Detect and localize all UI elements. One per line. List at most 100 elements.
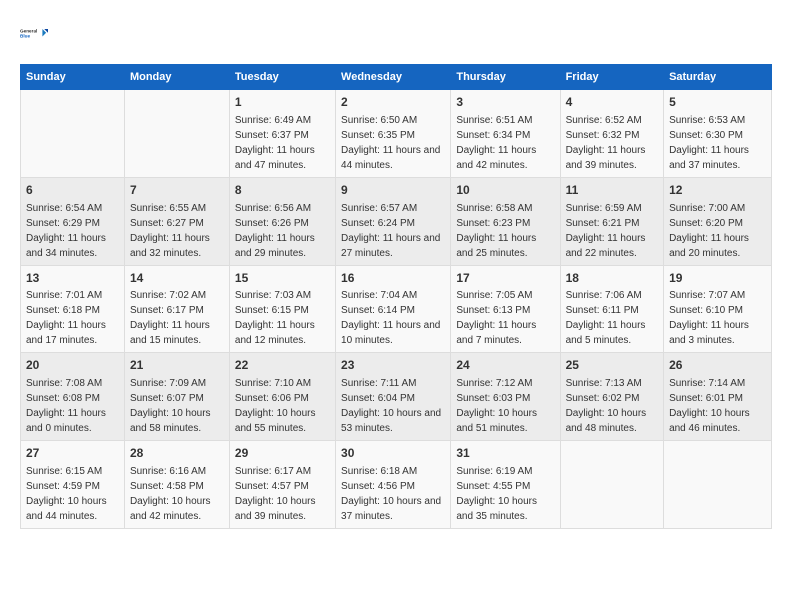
calendar-cell: 15 Sunrise: 7:03 AM Sunset: 6:15 PM Dayli…: [229, 265, 335, 353]
calendar-cell: 20 Sunrise: 7:08 AM Sunset: 6:08 PM Dayli…: [21, 353, 125, 441]
calendar-week-row: 1Sunrise: 6:49 AM Sunset: 6:37 PM Daylig…: [21, 90, 772, 178]
day-number: 19: [669, 270, 766, 287]
calendar-cell: 6 Sunrise: 6:54 AM Sunset: 6:29 PM Daylig…: [21, 177, 125, 265]
calendar-cell: 3 Sunrise: 6:51 AM Sunset: 6:34 PM Daylig…: [451, 90, 560, 178]
calendar-cell: 10 Sunrise: 6:58 AM Sunset: 6:23 PM Dayli…: [451, 177, 560, 265]
calendar-week-row: 27 Sunrise: 6:15 AM Sunset: 4:59 PM Dayli…: [21, 441, 772, 529]
day-number: 17: [456, 270, 554, 287]
day-info: Sunrise: 6:19 AM Sunset: 4:55 PM Dayligh…: [456, 466, 537, 522]
day-number: 20: [26, 357, 119, 374]
calendar-week-row: 6 Sunrise: 6:54 AM Sunset: 6:29 PM Daylig…: [21, 177, 772, 265]
day-number: 18: [566, 270, 659, 287]
calendar-week-row: 20 Sunrise: 7:08 AM Sunset: 6:08 PM Dayli…: [21, 353, 772, 441]
day-info: Sunrise: 7:07 AM Sunset: 6:10 PM Dayligh…: [669, 290, 749, 346]
weekday-header: Monday: [124, 65, 229, 90]
calendar-cell: 24 Sunrise: 7:12 AM Sunset: 6:03 PM Dayli…: [451, 353, 560, 441]
calendar-cell: 26 Sunrise: 7:14 AM Sunset: 6:01 PM Dayli…: [664, 353, 772, 441]
day-number: 11: [566, 182, 659, 199]
day-info: Sunrise: 6:15 AM Sunset: 4:59 PM Dayligh…: [26, 466, 107, 522]
day-number: 24: [456, 357, 554, 374]
weekday-header: Wednesday: [336, 65, 451, 90]
day-info: Sunrise: 6:56 AM Sunset: 6:26 PM Dayligh…: [235, 203, 315, 259]
page-header: GeneralBlue: [20, 20, 772, 48]
day-info: Sunrise: 6:57 AM Sunset: 6:24 PM Dayligh…: [341, 203, 440, 259]
calendar-cell: [560, 441, 664, 529]
day-number: 26: [669, 357, 766, 374]
day-info: Sunrise: 6:17 AM Sunset: 4:57 PM Dayligh…: [235, 466, 316, 522]
calendar-cell: 19 Sunrise: 7:07 AM Sunset: 6:10 PM Dayli…: [664, 265, 772, 353]
calendar-cell: 13 Sunrise: 7:01 AM Sunset: 6:18 PM Dayli…: [21, 265, 125, 353]
day-info: Sunrise: 6:59 AM Sunset: 6:21 PM Dayligh…: [566, 203, 646, 259]
calendar-cell: 16 Sunrise: 7:04 AM Sunset: 6:14 PM Dayli…: [336, 265, 451, 353]
day-info: Sunrise: 7:06 AM Sunset: 6:11 PM Dayligh…: [566, 290, 646, 346]
day-info: Sunrise: 7:11 AM Sunset: 6:04 PM Dayligh…: [341, 378, 441, 434]
day-number: 7: [130, 182, 224, 199]
day-number: 9: [341, 182, 445, 199]
calendar-cell: 30Sunrise: 6:18 AM Sunset: 4:56 PM Dayli…: [336, 441, 451, 529]
weekday-header: Friday: [560, 65, 664, 90]
calendar-cell: 1Sunrise: 6:49 AM Sunset: 6:37 PM Daylig…: [229, 90, 335, 178]
day-info: Sunrise: 6:18 AM Sunset: 4:56 PM Dayligh…: [341, 466, 441, 522]
weekday-header-row: SundayMondayTuesdayWednesdayThursdayFrid…: [21, 65, 772, 90]
weekday-header: Tuesday: [229, 65, 335, 90]
day-number: 2: [341, 94, 445, 111]
day-info: Sunrise: 6:51 AM Sunset: 6:34 PM Dayligh…: [456, 115, 536, 171]
logo: GeneralBlue: [20, 20, 48, 48]
day-number: 27: [26, 445, 119, 462]
calendar-cell: 18 Sunrise: 7:06 AM Sunset: 6:11 PM Dayli…: [560, 265, 664, 353]
day-info: Sunrise: 7:12 AM Sunset: 6:03 PM Dayligh…: [456, 378, 537, 434]
weekday-header: Saturday: [664, 65, 772, 90]
day-number: 16: [341, 270, 445, 287]
day-number: 12: [669, 182, 766, 199]
day-number: 6: [26, 182, 119, 199]
day-number: 25: [566, 357, 659, 374]
calendar-cell: [664, 441, 772, 529]
day-info: Sunrise: 7:04 AM Sunset: 6:14 PM Dayligh…: [341, 290, 440, 346]
calendar-cell: [21, 90, 125, 178]
day-info: Sunrise: 6:53 AM Sunset: 6:30 PM Dayligh…: [669, 115, 749, 171]
day-info: Sunrise: 7:14 AM Sunset: 6:01 PM Dayligh…: [669, 378, 750, 434]
day-number: 10: [456, 182, 554, 199]
calendar-cell: 8Sunrise: 6:56 AM Sunset: 6:26 PM Daylig…: [229, 177, 335, 265]
calendar-cell: 23 Sunrise: 7:11 AM Sunset: 6:04 PM Dayli…: [336, 353, 451, 441]
day-number: 29: [235, 445, 330, 462]
calendar-cell: 11 Sunrise: 6:59 AM Sunset: 6:21 PM Dayli…: [560, 177, 664, 265]
calendar-week-row: 13 Sunrise: 7:01 AM Sunset: 6:18 PM Dayli…: [21, 265, 772, 353]
calendar-cell: [124, 90, 229, 178]
day-number: 14: [130, 270, 224, 287]
calendar-cell: 21Sunrise: 7:09 AM Sunset: 6:07 PM Dayli…: [124, 353, 229, 441]
day-info: Sunrise: 6:55 AM Sunset: 6:27 PM Dayligh…: [130, 203, 210, 259]
day-info: Sunrise: 6:16 AM Sunset: 4:58 PM Dayligh…: [130, 466, 211, 522]
svg-text:General: General: [20, 29, 37, 34]
weekday-header: Sunday: [21, 65, 125, 90]
day-info: Sunrise: 6:58 AM Sunset: 6:23 PM Dayligh…: [456, 203, 536, 259]
calendar-cell: 27 Sunrise: 6:15 AM Sunset: 4:59 PM Dayli…: [21, 441, 125, 529]
calendar-cell: 7 Sunrise: 6:55 AM Sunset: 6:27 PM Daylig…: [124, 177, 229, 265]
calendar-cell: 22Sunrise: 7:10 AM Sunset: 6:06 PM Dayli…: [229, 353, 335, 441]
calendar-cell: 5 Sunrise: 6:53 AM Sunset: 6:30 PM Daylig…: [664, 90, 772, 178]
calendar-cell: 25Sunrise: 7:13 AM Sunset: 6:02 PM Dayli…: [560, 353, 664, 441]
day-number: 23: [341, 357, 445, 374]
day-number: 3: [456, 94, 554, 111]
calendar-cell: 31Sunrise: 6:19 AM Sunset: 4:55 PM Dayli…: [451, 441, 560, 529]
calendar-cell: 28Sunrise: 6:16 AM Sunset: 4:58 PM Dayli…: [124, 441, 229, 529]
calendar-cell: 9 Sunrise: 6:57 AM Sunset: 6:24 PM Daylig…: [336, 177, 451, 265]
day-number: 15: [235, 270, 330, 287]
day-info: Sunrise: 6:54 AM Sunset: 6:29 PM Dayligh…: [26, 203, 106, 259]
day-info: Sunrise: 7:00 AM Sunset: 6:20 PM Dayligh…: [669, 203, 749, 259]
day-number: 21: [130, 357, 224, 374]
day-info: Sunrise: 7:03 AM Sunset: 6:15 PM Dayligh…: [235, 290, 315, 346]
day-info: Sunrise: 7:10 AM Sunset: 6:06 PM Dayligh…: [235, 378, 316, 434]
calendar-table: SundayMondayTuesdayWednesdayThursdayFrid…: [20, 64, 772, 529]
day-info: Sunrise: 7:01 AM Sunset: 6:18 PM Dayligh…: [26, 290, 106, 346]
day-info: Sunrise: 6:49 AM Sunset: 6:37 PM Dayligh…: [235, 115, 315, 171]
calendar-cell: 29 Sunrise: 6:17 AM Sunset: 4:57 PM Dayli…: [229, 441, 335, 529]
day-info: Sunrise: 7:08 AM Sunset: 6:08 PM Dayligh…: [26, 378, 106, 434]
day-number: 4: [566, 94, 659, 111]
calendar-cell: 17Sunrise: 7:05 AM Sunset: 6:13 PM Dayli…: [451, 265, 560, 353]
weekday-header: Thursday: [451, 65, 560, 90]
day-number: 5: [669, 94, 766, 111]
calendar-cell: 12 Sunrise: 7:00 AM Sunset: 6:20 PM Dayli…: [664, 177, 772, 265]
day-number: 13: [26, 270, 119, 287]
svg-text:Blue: Blue: [20, 34, 31, 39]
